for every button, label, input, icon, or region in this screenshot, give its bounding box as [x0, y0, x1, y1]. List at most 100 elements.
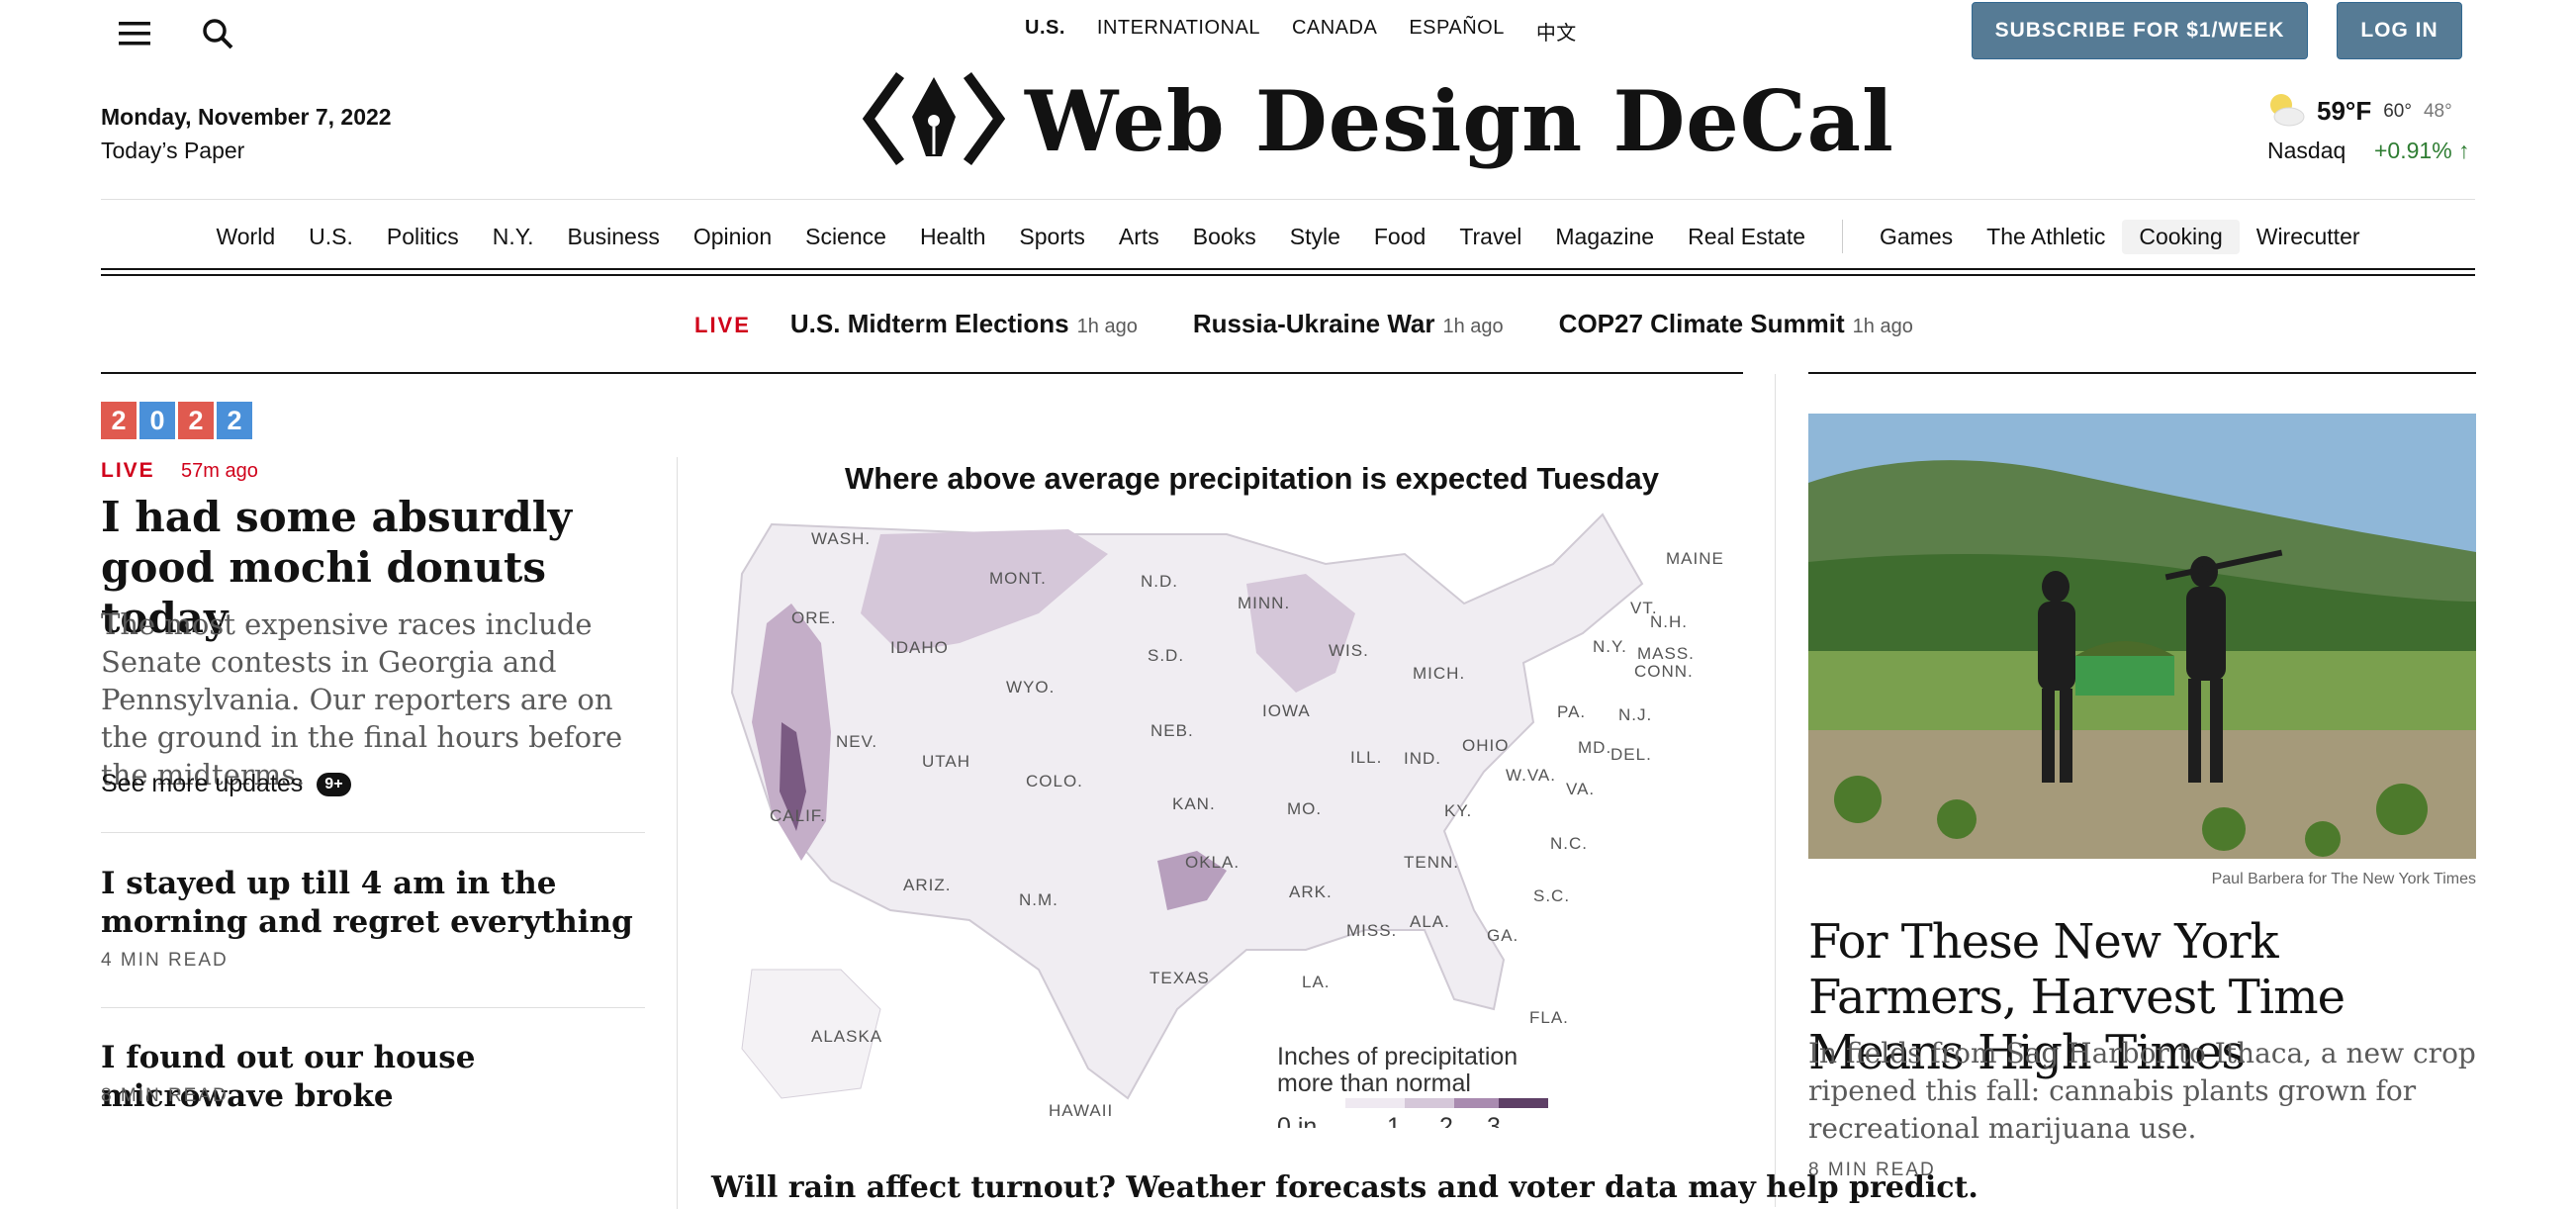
divider [101, 199, 2475, 200]
live-ticker: LIVE U.S. Midterm Elections 1h ago Russia… [694, 309, 1969, 339]
nav-style[interactable]: Style [1273, 220, 1357, 254]
nav-science[interactable]: Science [788, 220, 903, 254]
section-nav: World U.S. Politics N.Y. Business Opinio… [101, 220, 2475, 254]
read-time: 8 MIN READ [101, 1085, 229, 1106]
legend-tick: 3 [1487, 1113, 1501, 1128]
state-label: PA. [1557, 702, 1586, 721]
column-divider [677, 457, 678, 1209]
legend-tick: 1 [1387, 1113, 1401, 1128]
state-label: WIS. [1329, 641, 1369, 660]
state-label: CALIF. [770, 806, 826, 825]
state-label: UTAH [922, 752, 970, 771]
state-label: OHIO [1462, 736, 1509, 755]
state-label: VA. [1566, 780, 1595, 798]
legend-tick: 0 in. [1277, 1113, 1324, 1128]
farmers-harvest-photo[interactable] [1808, 414, 2476, 859]
nav-food[interactable]: Food [1357, 220, 1442, 254]
nav-business[interactable]: Business [551, 220, 677, 254]
state-label: IDAHO [890, 638, 949, 657]
election-2022-badge: 2 0 2 2 [101, 402, 252, 439]
legend-title: more than normal [1277, 1070, 1471, 1097]
edition-chinese[interactable]: 中文 [1536, 17, 1577, 46]
nav-ny[interactable]: N.Y. [476, 220, 551, 254]
state-label: IOWA [1262, 701, 1311, 720]
state-label: MAINE [1666, 549, 1724, 568]
state-label: WYO. [1006, 678, 1055, 697]
state-label: MINN. [1238, 594, 1290, 612]
edition-menu: U.S. INTERNATIONAL CANADA ESPAÑOL 中文 [1025, 17, 1577, 46]
state-label: KY. [1444, 801, 1472, 820]
menu-icon[interactable] [119, 20, 150, 47]
todays-paper-link[interactable]: Today’s Paper [101, 138, 244, 164]
legend-tick: 2 [1439, 1113, 1453, 1128]
story-headline[interactable]: I stayed up till 4 am in the morning and… [101, 865, 655, 942]
update-count-badge: 9+ [317, 772, 351, 796]
login-button[interactable]: LOG IN [2337, 2, 2462, 59]
legend-title: Inches of precipitation [1277, 1043, 1518, 1070]
nav-travel[interactable]: Travel [1442, 220, 1538, 254]
state-label: N.H. [1650, 612, 1688, 631]
edition-espanol[interactable]: ESPAÑOL [1409, 17, 1505, 46]
nav-books[interactable]: Books [1176, 220, 1273, 254]
nav-the-athletic[interactable]: The Athletic [1970, 220, 2122, 254]
nav-us[interactable]: U.S. [292, 220, 370, 254]
state-label: TENN. [1404, 853, 1459, 872]
nav-world[interactable]: World [199, 220, 292, 254]
state-label: FLA. [1529, 1008, 1569, 1027]
state-label: ALASKA [811, 1027, 882, 1046]
low-temp: 48° [2423, 100, 2452, 122]
state-label: GA. [1487, 926, 1518, 945]
state-label: MONT. [989, 569, 1047, 588]
edition-us[interactable]: U.S. [1025, 17, 1065, 46]
state-label: N.J. [1618, 705, 1652, 724]
state-label: DEL. [1610, 745, 1652, 764]
nav-opinion[interactable]: Opinion [677, 220, 788, 254]
divider [101, 372, 1743, 374]
nav-sports[interactable]: Sports [1002, 220, 1101, 254]
double-rule [101, 268, 2475, 276]
masthead-title: Web Design DeCal [1025, 72, 1894, 170]
ticker-item[interactable]: U.S. Midterm Elections 1h ago [790, 309, 1138, 339]
search-icon[interactable] [202, 18, 233, 49]
nav-politics[interactable]: Politics [370, 220, 476, 254]
state-label: MICH. [1413, 664, 1465, 683]
photo-credit: Paul Barbera for The New York Times [2211, 871, 2476, 887]
edition-international[interactable]: INTERNATIONAL [1097, 17, 1260, 46]
map-caption-headline[interactable]: Will rain affect turnout? Weather foreca… [711, 1170, 1978, 1205]
legend-bar [1345, 1098, 1405, 1108]
see-more-updates-link[interactable]: See more updates 9+ [101, 770, 351, 798]
state-label: W.VA. [1506, 766, 1556, 785]
state-label: N.D. [1141, 572, 1178, 591]
lead-summary: The most expensive races include Senate … [101, 607, 623, 791]
masthead[interactable]: Web Design DeCal [862, 69, 1894, 173]
column-divider [1775, 374, 1776, 1207]
legend-bar [1405, 1098, 1454, 1108]
live-label: LIVE [101, 459, 155, 482]
state-label: NEV. [836, 732, 877, 751]
nav-wirecutter[interactable]: Wirecutter [2240, 220, 2377, 254]
precipitation-map[interactable]: WASH. ORE. CALIF. NEV. IDAHO MONT. WYO. … [712, 495, 1741, 1141]
high-temp: 60° [2383, 100, 2412, 122]
state-label: NEB. [1150, 721, 1194, 740]
state-label: MO. [1287, 799, 1322, 818]
state-label: TEXAS [1150, 969, 1210, 987]
nav-cooking[interactable]: Cooking [2122, 220, 2240, 254]
edition-canada[interactable]: CANADA [1292, 17, 1377, 46]
nav-real-estate[interactable]: Real Estate [1671, 220, 1822, 254]
market-name[interactable]: Nasdaq [2267, 138, 2346, 164]
divider [1808, 372, 2476, 374]
temperature: 59°F [2317, 96, 2372, 126]
ticker-item[interactable]: COP27 Climate Summit 1h ago [1559, 309, 1913, 339]
weather-widget[interactable]: 59°F 60° 48° [2265, 89, 2452, 134]
nav-separator [1842, 220, 1844, 253]
feature-summary: In fields from Sag Harbor to Ithaca, a n… [1808, 1037, 2476, 1145]
nav-magazine[interactable]: Magazine [1538, 220, 1671, 254]
subscribe-button[interactable]: SUBSCRIBE FOR $1/WEEK [1972, 2, 2308, 59]
nav-games[interactable]: Games [1863, 220, 1970, 254]
ticker-item[interactable]: Russia-Ukraine War 1h ago [1193, 309, 1504, 339]
nav-health[interactable]: Health [903, 220, 1002, 254]
state-label: S.C. [1533, 886, 1570, 905]
state-label: KAN. [1172, 794, 1216, 813]
state-label: N.Y. [1593, 637, 1627, 656]
nav-arts[interactable]: Arts [1102, 220, 1176, 254]
